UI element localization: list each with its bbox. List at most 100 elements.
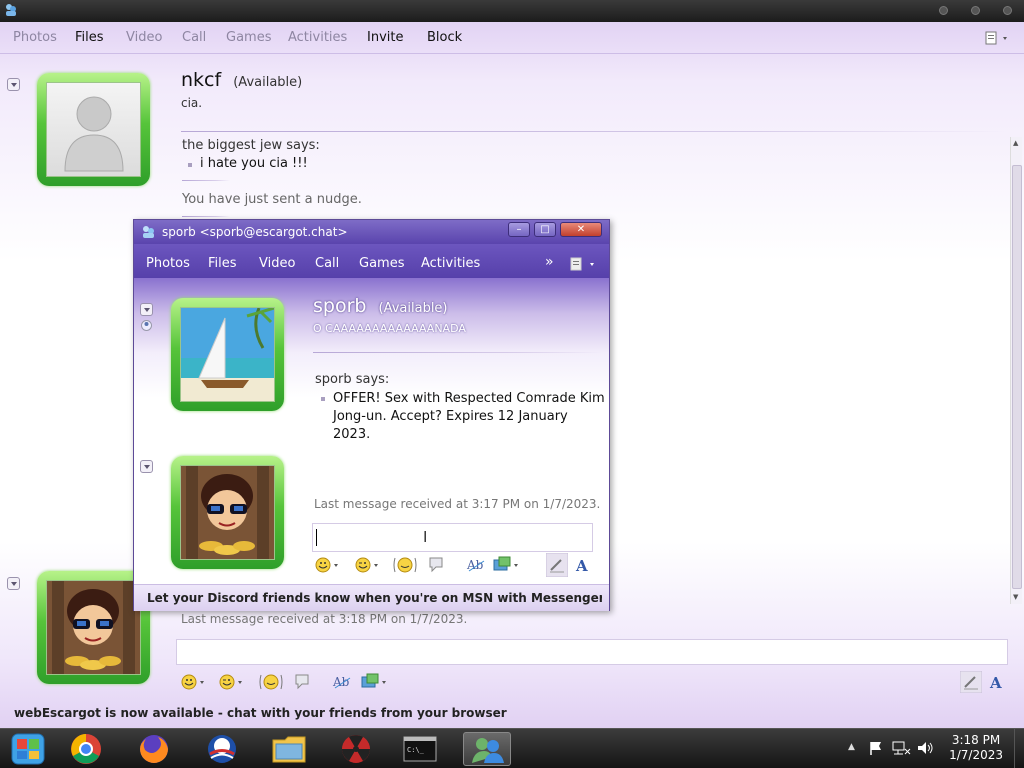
popup-sender-line: sporb says: (315, 372, 390, 387)
cartoon-avatar-image (47, 581, 140, 674)
menu-files[interactable]: Files (75, 30, 104, 45)
text-mode-icon[interactable]: A (986, 671, 1008, 693)
collapse-contact-toggle[interactable] (7, 78, 20, 91)
taskbar-messenger[interactable] (463, 732, 511, 766)
nudge-notice: You have just sent a nudge. (182, 192, 362, 207)
popup-minimize-button[interactable]: – (508, 222, 530, 237)
file-explorer-icon (272, 736, 306, 763)
popup-background-image-icon[interactable] (492, 555, 522, 575)
taskbar-obama[interactable] (198, 732, 246, 766)
conversation-scrollbar[interactable]: ▲ ▼ (1010, 137, 1022, 604)
messenger-icon (472, 738, 504, 763)
command-prompt-icon: C:\_ (403, 736, 437, 762)
taskbar-cmd[interactable]: C:\_ (396, 732, 444, 766)
sender-line: the biggest jew says: (182, 138, 320, 153)
taskbar-media-center[interactable] (4, 732, 52, 766)
popup-more-menu-icon[interactable]: » (545, 254, 554, 270)
popup-menu-photos[interactable]: Photos (146, 256, 190, 271)
background-image-icon[interactable] (360, 672, 390, 692)
popup-menu-files[interactable]: Files (208, 256, 237, 271)
popup-input-toolbar: Ab A (314, 553, 596, 577)
popup-menu-call[interactable]: Call (315, 256, 339, 271)
main-input-toolbar: Ab A (180, 671, 1010, 695)
menu-call[interactable]: Call (182, 30, 206, 45)
popup-body: sporb (Available) O CAAAAAAAAAAAAANADA s… (134, 278, 609, 586)
popup-footer-notice[interactable]: Let your Discord friends know when you'r… (147, 591, 602, 605)
popup-message-input[interactable]: I (312, 523, 593, 552)
popup-menu-video[interactable]: Video (259, 256, 295, 271)
popup-chat-window: sporb <sporb@escargot.chat> – □ ✕ Photos… (133, 219, 610, 611)
clock-time: 3:18 PM (951, 733, 1001, 747)
media-center-icon (11, 733, 45, 765)
minimize-dot-button[interactable] (939, 6, 948, 15)
close-dot-button[interactable] (1003, 6, 1012, 15)
menu-invite[interactable]: Invite (367, 30, 403, 45)
chrome-icon (71, 734, 101, 764)
popup-contact-header: sporb (Available) (313, 295, 448, 317)
popup-handwriting-icon[interactable] (546, 553, 568, 577)
main-message-input[interactable] (176, 639, 1008, 665)
menu-photos[interactable]: Photos (13, 30, 57, 45)
popup-personal-message: O CAAAAAAAAAAAAANADA (313, 322, 466, 335)
popup-wink-icon[interactable] (354, 555, 380, 575)
clock[interactable]: 3:18 PM 1/7/2023 (949, 733, 1003, 763)
popup-contact-avatar (180, 307, 275, 402)
popup-contact-info-icon[interactable] (141, 320, 152, 331)
last-received-notice: Last message received at 3:18 PM on 1/7/… (181, 612, 468, 626)
message-text: i hate you cia !!! (188, 156, 308, 171)
popup-cartoon-avatar-image (181, 466, 274, 559)
popup-voice-clip-icon[interactable] (426, 555, 446, 575)
voice-clip-icon[interactable] (292, 672, 312, 692)
popup-collapse-contact-toggle[interactable] (140, 303, 153, 316)
popup-close-button[interactable]: ✕ (560, 222, 602, 237)
popup-contact-name: sporb (313, 295, 367, 317)
popup-header-separator (313, 352, 603, 353)
options-menu-icon[interactable] (985, 31, 1013, 45)
emoticon-icon[interactable] (180, 672, 206, 692)
svg-text:Ab: Ab (466, 558, 484, 572)
action-center-flag-icon[interactable] (868, 740, 884, 756)
menu-video[interactable]: Video (126, 30, 162, 45)
popup-titlebar: sporb <sporb@escargot.chat> – □ ✕ (134, 220, 609, 244)
popup-text-mode-icon[interactable]: A (572, 554, 594, 576)
popup-font-spell-icon[interactable]: Ab (466, 555, 488, 575)
popup-maximize-button[interactable]: □ (534, 222, 556, 237)
taskbar-chrome[interactable] (62, 732, 110, 766)
network-icon[interactable] (891, 740, 911, 756)
svg-text:A: A (989, 674, 1002, 692)
popup-contact-avatar-frame[interactable] (171, 298, 284, 411)
volume-icon[interactable] (916, 740, 934, 756)
menu-activities[interactable]: Activities (288, 30, 347, 45)
menu-bar: Photos Files Video Call Games Activities… (0, 22, 1024, 54)
firefox-icon (140, 735, 168, 763)
taskbar-file-explorer[interactable] (265, 732, 313, 766)
popup-contact-status: (Available) (378, 301, 448, 316)
nudge-icon[interactable] (258, 671, 284, 693)
popup-collapse-self-toggle[interactable] (140, 460, 153, 473)
handwriting-icon[interactable] (960, 671, 982, 693)
show-hidden-icons-arrow-icon[interactable]: ▲ (848, 742, 855, 752)
svg-text:Ab: Ab (332, 675, 350, 689)
font-spell-icon[interactable]: Ab (332, 672, 354, 692)
maximize-dot-button[interactable] (971, 6, 980, 15)
header-separator (181, 131, 1006, 132)
contact-avatar-frame[interactable] (37, 73, 150, 186)
taskbar-firefox[interactable] (130, 732, 178, 766)
scroll-down-arrow-icon[interactable]: ▼ (1013, 593, 1018, 601)
scroll-up-arrow-icon[interactable]: ▲ (1013, 139, 1018, 147)
menu-block[interactable]: Block (427, 30, 462, 45)
contact-header: nkcf (Available) (181, 69, 302, 91)
menu-games[interactable]: Games (226, 30, 271, 45)
show-desktop-button[interactable] (1014, 729, 1024, 768)
popup-options-menu-icon[interactable] (570, 257, 600, 271)
collapse-self-toggle[interactable] (7, 577, 20, 590)
footer-notice[interactable]: webEscargot is now available - chat with… (14, 706, 734, 720)
scrollbar-thumb[interactable] (1012, 165, 1022, 589)
popup-emoticon-icon[interactable] (314, 555, 340, 575)
taskbar-radiation[interactable] (332, 732, 380, 766)
popup-menu-games[interactable]: Games (359, 256, 404, 271)
popup-menu-activities[interactable]: Activities (421, 256, 480, 271)
popup-nudge-icon[interactable] (392, 554, 418, 576)
wink-icon[interactable] (218, 672, 244, 692)
popup-self-avatar-frame[interactable] (171, 456, 284, 569)
